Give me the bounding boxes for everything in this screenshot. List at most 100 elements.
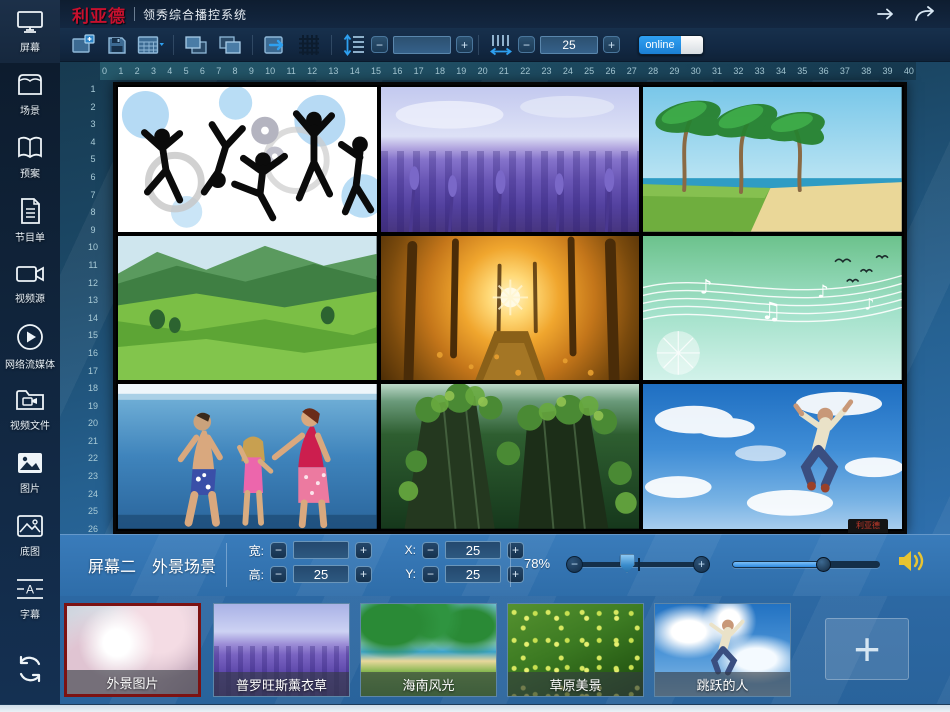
zoom-slider-thumb[interactable]	[620, 554, 635, 573]
canvas-cell-jumper[interactable]	[643, 384, 902, 529]
thumbnail-lavender[interactable]: 普罗旺斯薰衣草	[213, 603, 350, 697]
sidebar-item-label: 屏幕	[20, 39, 40, 54]
width-plus-button[interactable]: +	[355, 542, 372, 559]
x-minus-button[interactable]: −	[422, 542, 439, 559]
volume-slider-thumb[interactable]	[816, 557, 831, 572]
col-spacing-plus-button[interactable]: +	[603, 36, 620, 53]
v-ruler-tick: 22	[88, 453, 98, 463]
col-spacing-minus-button[interactable]: −	[518, 36, 535, 53]
volume-slider-fill	[733, 562, 822, 567]
add-media-button[interactable]: +	[825, 618, 909, 680]
horizontal-ruler: 0123456789101112131415161718192021222324…	[100, 62, 916, 80]
thumbnail-hainan[interactable]: 海南风光	[360, 603, 497, 697]
sidebar-item-screen[interactable]: 屏幕	[0, 0, 60, 63]
h-ruler-tick: 29	[669, 66, 679, 76]
v-ruler-tick: 4	[90, 137, 95, 147]
height-plus-button[interactable]: +	[355, 566, 372, 583]
canvas-cell-palm-beach[interactable]	[643, 87, 902, 232]
arrow-right-icon[interactable]	[876, 7, 896, 21]
thumbnail-grassland[interactable]: 草原美景	[507, 603, 644, 697]
sidebar-item-label: 视频源	[15, 290, 45, 305]
refresh-button[interactable]	[0, 634, 60, 704]
canvas-cell-autumn[interactable]	[381, 236, 640, 381]
zoom-slider[interactable]: − +	[572, 552, 704, 576]
svg-text:♫: ♫	[761, 297, 782, 325]
v-ruler-tick: 3	[90, 119, 95, 129]
v-ruler-tick: 7	[90, 190, 95, 200]
sidebar-item-base-image[interactable]: 底图	[0, 504, 60, 567]
screen-canvas: ♪ ♫ ♪ ♪	[113, 82, 907, 534]
col-spacing-button[interactable]	[484, 31, 518, 59]
grid-lines-button[interactable]	[292, 31, 326, 59]
sidebar-item-video-file[interactable]: 视频文件	[0, 378, 60, 441]
cliffs-art	[381, 384, 640, 529]
col-spacing-icon	[490, 34, 512, 56]
h-ruler-tick: 21	[499, 66, 509, 76]
volume-slider[interactable]	[732, 552, 880, 576]
height-minus-button[interactable]: −	[270, 566, 287, 583]
screen-name: 屏幕二	[88, 553, 136, 577]
online-toggle-label: online	[639, 36, 681, 54]
header-actions	[876, 6, 936, 22]
y-minus-button[interactable]: −	[422, 566, 439, 583]
height-input[interactable]	[293, 565, 349, 583]
sidebar-item-scene[interactable]: 场景	[0, 63, 60, 126]
sidebar-item-network-stream[interactable]: 网络流媒体	[0, 315, 60, 378]
row-spacing-plus-button[interactable]: +	[456, 36, 473, 53]
export-button[interactable]	[258, 31, 292, 59]
volume-button[interactable]	[896, 548, 926, 579]
row-spacing-minus-button[interactable]: −	[371, 36, 388, 53]
add-screen-button[interactable]	[66, 31, 100, 59]
v-ruler-tick: 15	[88, 330, 98, 340]
h-ruler-tick: 16	[392, 66, 402, 76]
row-spacing-button[interactable]	[337, 31, 371, 59]
bring-forward-icon	[184, 35, 208, 55]
h-ruler-tick: 12	[307, 66, 317, 76]
thumbnail-outdoor-picture[interactable]: 外景图片	[64, 603, 201, 697]
canvas-cell-cliffs[interactable]	[381, 384, 640, 529]
col-spacing-input[interactable]	[540, 36, 598, 54]
save-button[interactable]	[100, 31, 134, 59]
thumbnail-label: 海南风光	[361, 672, 496, 696]
width-minus-button[interactable]: −	[270, 542, 287, 559]
video-camera-icon	[14, 262, 46, 286]
autumn-art	[381, 236, 640, 381]
valley-art	[118, 236, 377, 381]
sidebar-item-label: 图片	[20, 480, 40, 495]
sidebar-item-playlist[interactable]: 节目单	[0, 189, 60, 252]
v-ruler-tick: 21	[88, 436, 98, 446]
v-ruler-tick: 1	[90, 84, 95, 94]
scene-title: 屏幕二 外景场景	[88, 534, 216, 596]
canvas-cell-family-beach[interactable]	[118, 384, 377, 529]
sidebar-item-picture[interactable]: 图片	[0, 441, 60, 504]
sidebar-item-subtitle[interactable]: A 字幕	[0, 567, 60, 630]
y-input[interactable]	[445, 565, 501, 583]
redo-arrow-icon[interactable]	[914, 6, 936, 22]
send-backward-button[interactable]	[213, 31, 247, 59]
h-ruler-tick: 37	[840, 66, 850, 76]
canvas-cell-lavender[interactable]	[381, 87, 640, 232]
canvas-cell-music[interactable]: ♪ ♫ ♪ ♪	[643, 236, 902, 381]
v-ruler-tick: 19	[88, 401, 98, 411]
layout-grid-button[interactable]	[134, 31, 168, 59]
online-toggle[interactable]: online	[638, 35, 704, 55]
canvas-cell-valley[interactable]	[118, 236, 377, 381]
zoom-in-button[interactable]: +	[693, 556, 710, 573]
subtitle-icon: A	[14, 576, 46, 602]
v-ruler-tick: 9	[90, 225, 95, 235]
dancers-art	[118, 87, 377, 232]
sidebar-item-plan[interactable]: 预案	[0, 126, 60, 189]
bring-forward-button[interactable]	[179, 31, 213, 59]
v-ruler-tick: 2	[90, 102, 95, 112]
h-ruler-tick: 19	[456, 66, 466, 76]
sidebar-item-label: 底图	[20, 543, 40, 558]
h-ruler-tick: 31	[712, 66, 722, 76]
thumbnail-jumper[interactable]: 跳跃的人	[654, 603, 791, 697]
row-spacing-input[interactable]	[393, 36, 451, 54]
sidebar-item-video-source[interactable]: 视频源	[0, 252, 60, 315]
zoom-percent: 78%	[524, 556, 550, 571]
width-input[interactable]	[293, 541, 349, 559]
x-input[interactable]	[445, 541, 501, 559]
canvas-cell-dancers[interactable]	[118, 87, 377, 232]
zoom-out-button[interactable]: −	[566, 556, 583, 573]
